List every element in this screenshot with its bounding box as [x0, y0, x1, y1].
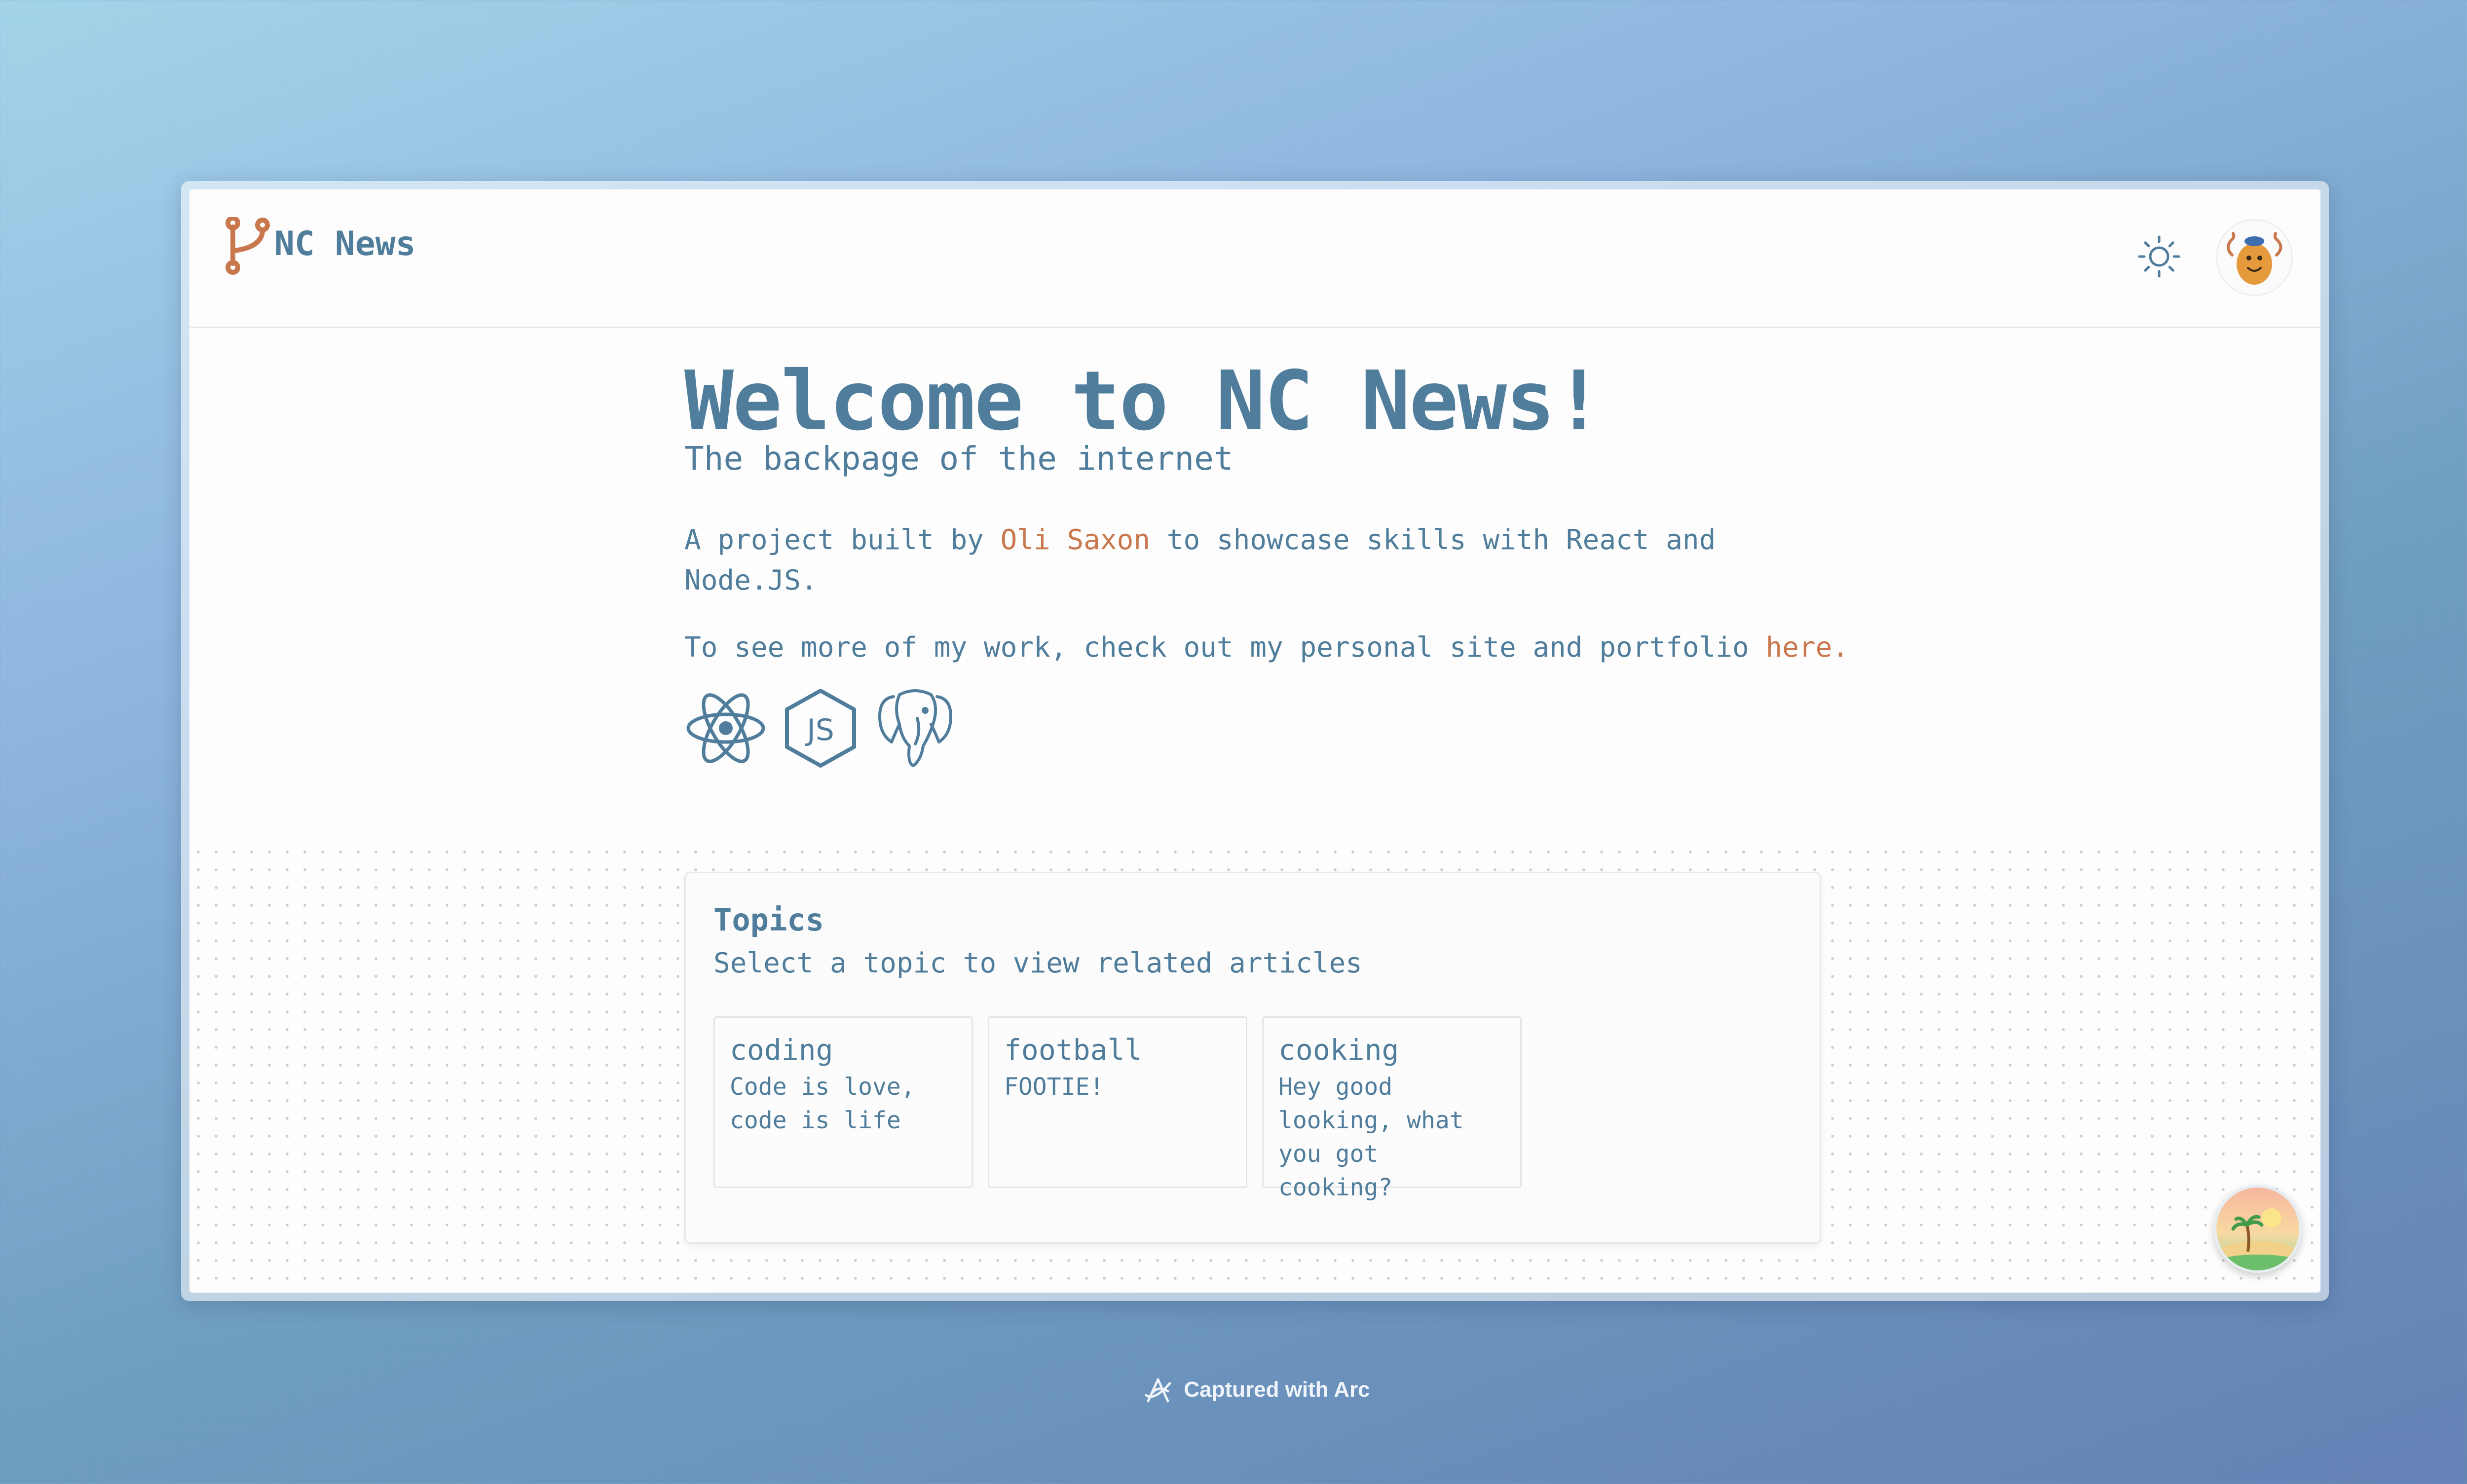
svg-text:JS: JS: [805, 713, 834, 747]
topics-heading: Topics: [713, 902, 824, 938]
topics-subheading: Select a topic to view related articles: [713, 947, 1362, 979]
hero-section: Welcome to NC News! The backpage of the …: [684, 357, 1869, 770]
topic-title: football: [1004, 1033, 1142, 1067]
intro-prefix: A project built by: [684, 524, 1001, 556]
browser-frame: NC News Welcome to NC News! The backpage…: [181, 181, 2329, 1301]
topics-list: coding Code is love, code is life footba…: [713, 1016, 1522, 1201]
user-avatar[interactable]: [2216, 219, 2293, 296]
floating-avatar-button[interactable]: [2214, 1185, 2302, 1273]
capture-footer: Captured with Arc: [0, 1372, 2467, 1408]
intro-paragraph: A project built by Oli Saxon to showcase…: [684, 520, 1770, 601]
topic-description: FOOTIE!: [1004, 1073, 1104, 1101]
tech-icons: JS: [684, 687, 1869, 770]
topic-card-cooking[interactable]: cooking Hey good looking, what you got c…: [1262, 1016, 1522, 1201]
sun-icon: [2138, 235, 2180, 278]
topic-description: Code is love, code is life: [730, 1073, 915, 1134]
app-window: NC News Welcome to NC News! The backpage…: [189, 189, 2320, 1293]
react-icon: [686, 693, 765, 763]
author-link[interactable]: Oli Saxon: [1001, 524, 1150, 556]
topic-card-coding[interactable]: coding Code is love, code is life: [713, 1016, 973, 1188]
git-branch-icon: [225, 217, 270, 275]
capture-label: Captured with Arc: [1184, 1377, 1370, 1402]
theme-toggle-button[interactable]: [2135, 233, 2183, 280]
app-title: NC News: [274, 224, 416, 263]
navbar: NC News: [189, 189, 2320, 328]
topics-panel: Topics Select a topic to view related ar…: [684, 872, 1821, 1244]
topic-title: cooking: [1278, 1033, 1399, 1067]
postgresql-icon: [878, 689, 952, 767]
nodejs-icon: JS: [785, 689, 856, 768]
beach-island-icon: [2216, 1187, 2299, 1270]
page-title: Welcome to NC News!: [684, 354, 1604, 449]
arc-logo-icon: [1145, 1378, 1171, 1403]
topic-title: coding: [730, 1033, 833, 1067]
topic-description: Hey good looking, what you got cooking?: [1278, 1073, 1464, 1201]
topic-card-football[interactable]: football FOOTIE!: [988, 1016, 1247, 1188]
monkey-avatar-icon: [2227, 232, 2282, 285]
portfolio-prefix: To see more of my work, check out my per…: [684, 631, 1766, 664]
portfolio-paragraph: To see more of my work, check out my per…: [684, 628, 1869, 668]
logo-link[interactable]: NC News: [221, 217, 416, 275]
portfolio-link[interactable]: here.: [1765, 631, 1849, 664]
